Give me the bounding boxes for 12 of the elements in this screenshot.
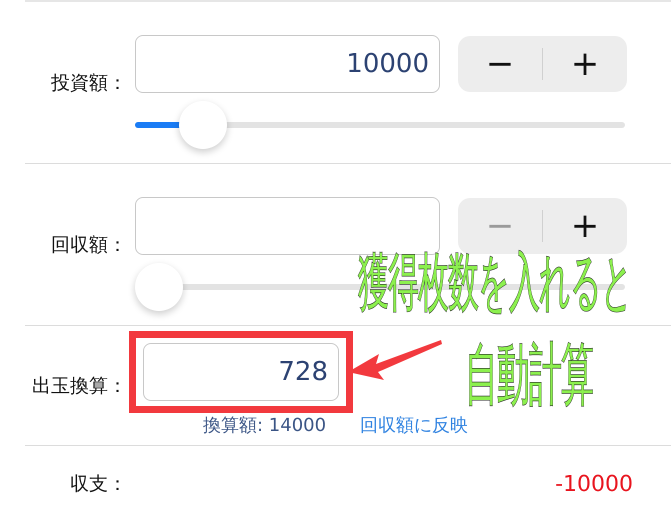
balance-value: -10000: [555, 472, 633, 496]
coins-field[interactable]: 728: [143, 342, 339, 400]
increment-button[interactable]: +: [543, 44, 627, 84]
converted-amount: 換算額: 14000: [203, 414, 326, 436]
field-label: 収支：: [69, 472, 128, 497]
amount-field[interactable]: 10000: [135, 34, 440, 92]
field-label: 回収額：: [50, 232, 128, 258]
stepper[interactable]: − +: [458, 36, 627, 92]
decrement-button[interactable]: −: [458, 44, 542, 84]
field-label: 出玉換算：: [31, 374, 128, 398]
increment-button[interactable]: +: [543, 206, 627, 246]
field-label: 投資額：: [50, 70, 128, 96]
